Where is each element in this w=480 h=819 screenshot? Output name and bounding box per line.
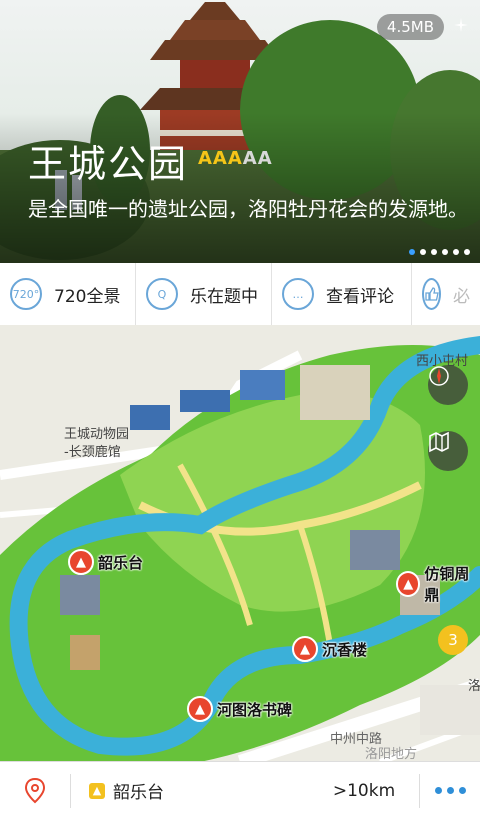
action-comments[interactable]: … 查看评论 [272,263,412,325]
poi-chenxianglou[interactable]: ▲ 沉香楼 [292,636,367,662]
panorama-720-icon: 720° [10,278,42,310]
locate-button[interactable] [0,773,71,808]
flame-pin-icon: ▲ [187,696,213,722]
action-label: 查看评论 [326,286,394,307]
action-panorama-720[interactable]: 720° 720全景 [0,263,136,325]
flame-icon: ▲ [89,782,105,799]
more-dot-icon [434,787,442,794]
carousel-dot[interactable] [420,249,426,255]
poi-name: 韶乐台 [98,553,144,572]
action-label: 乐在题中 [190,286,258,307]
comment-icon: … [282,278,314,310]
carousel-dot[interactable] [431,249,437,255]
map-label-zoo: 王城动物园 [64,427,130,442]
action-label: 必 [453,286,470,307]
action-must-see[interactable]: 必 [412,263,480,325]
distance-label: >10km [309,773,420,808]
poi-name: 河图洛书碑 [217,700,293,719]
action-label: 720全景 [54,286,121,307]
poi-shaoletai[interactable]: ▲ 韶乐台 [68,549,143,575]
rating-inactive: AA [242,148,273,169]
download-size-badge[interactable]: 4.5MB [376,14,444,40]
carousel-dots[interactable] [409,249,470,255]
compass-button[interactable] [428,365,468,405]
map-label-side: 洛 [468,679,480,694]
action-quiz[interactable]: Q 乐在题中 [136,263,272,325]
poi-name: 仿铜周鼎 [424,565,470,604]
search-q-icon: Q [146,278,178,310]
current-spot-name: 韶乐台 [113,783,164,803]
sparkle-icon [454,18,468,32]
action-bar: 720° 720全景 Q 乐在题中 … 查看评论 必 [0,263,480,326]
download-size-text: 4.5MB [386,18,434,36]
cluster-count-badge[interactable]: 3 [438,625,468,655]
map-label-bottom-place: 洛阳地方 [365,747,418,762]
hero-banner[interactable]: 4.5MB 王城公园 AAAAA 是全国唯一的遗址公园，洛阳牡丹花会的发源地。 [0,0,480,263]
flame-pin-icon: ▲ [68,549,94,575]
flame-pin-icon: ▲ [396,571,421,597]
flame-pin-icon: ▲ [292,636,318,662]
carousel-dot[interactable] [464,249,470,255]
map-view-button[interactable] [428,431,468,471]
rating-active: AAA [198,148,243,169]
thumbs-up-icon [422,278,441,310]
park-description: 是全国唯一的遗址公园，洛阳牡丹花会的发源地。 [28,197,468,221]
park-rating: AAAAA [198,148,273,169]
park-map[interactable]: 西小屯村 王城动物园 -长颈鹿馆 中州中路 洛阳地方 洛 ▲ 韶乐台 ▲ 仿铜周… [0,325,480,762]
bottom-bar: ▲ 韶乐台 >10km [0,761,480,819]
carousel-dot[interactable] [409,249,415,255]
poi-hetu-luoshu[interactable]: ▲ 河图洛书碑 [187,696,292,722]
carousel-dot[interactable] [453,249,459,255]
location-pin-icon [24,777,46,803]
park-title: 王城公园 [28,142,189,186]
current-spot[interactable]: ▲ 韶乐台 [71,778,309,803]
more-button[interactable] [420,787,480,794]
folded-map-icon [429,431,449,453]
carousel-dot[interactable] [442,249,448,255]
more-dot-icon [446,787,454,794]
poi-bronze-ding[interactable]: ▲ 仿铜周鼎 [396,563,480,605]
map-label-giraffe: -长颈鹿馆 [64,445,121,460]
compass-icon [429,366,449,386]
poi-name: 沉香楼 [322,640,368,659]
more-dot-icon [458,787,466,794]
